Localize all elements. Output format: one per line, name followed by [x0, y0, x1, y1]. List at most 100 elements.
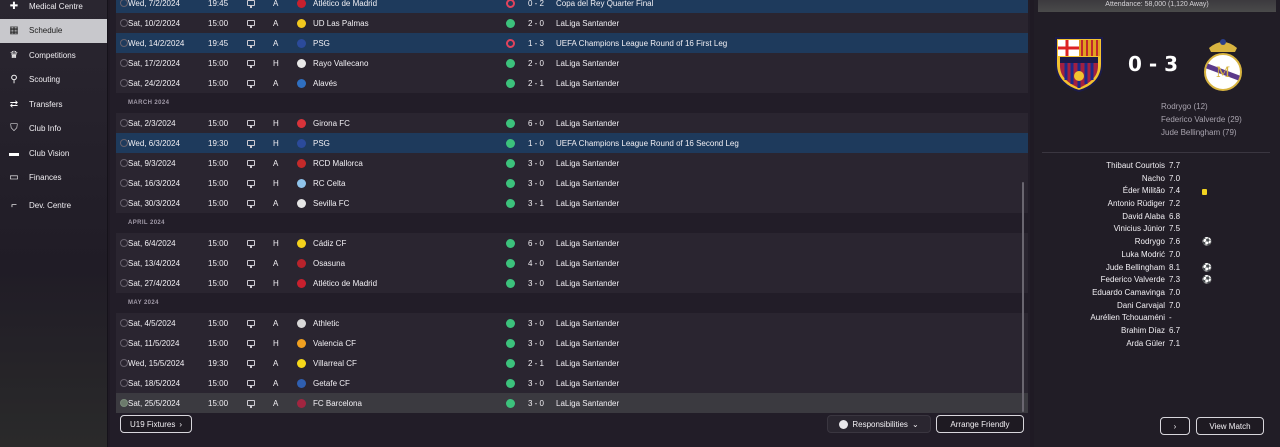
- fixture-score[interactable]: 6 - 0: [528, 119, 544, 128]
- player-name[interactable]: Jude Bellingham: [1106, 263, 1165, 272]
- player-name[interactable]: Thibaut Courtois: [1106, 161, 1165, 170]
- fixture-score[interactable]: 4 - 0: [528, 259, 544, 268]
- fixture-score[interactable]: 3 - 0: [528, 379, 544, 388]
- fixture-row[interactable]: Sat, 16/3/2024 15:00 H RC Celta 3 - 0 LaLiga …: [116, 173, 1028, 193]
- fixture-row[interactable]: Sat, 6/4/2024 15:00 H Cádiz CF 6 - 0 LaLiga S…: [116, 233, 1028, 253]
- competition-name[interactable]: UEFA Champions League Round of 16 Second…: [556, 139, 739, 148]
- competition-name[interactable]: LaLiga Santander: [556, 379, 619, 388]
- opponent-name[interactable]: Girona FC: [313, 119, 350, 128]
- player-name[interactable]: Brahim Díaz: [1121, 326, 1165, 335]
- goal-scorer[interactable]: Federico Valverde (29): [1161, 113, 1242, 126]
- sidebar-item-club-vision[interactable]: ▬ Club Vision: [0, 141, 107, 166]
- opponent-name[interactable]: Cádiz CF: [313, 239, 346, 248]
- opponent-name[interactable]: PSG: [313, 139, 330, 148]
- opponent-name[interactable]: Villarreal CF: [313, 359, 357, 368]
- opponent-name[interactable]: RC Celta: [313, 179, 345, 188]
- competition-name[interactable]: UEFA Champions League Round of 16 First …: [556, 39, 727, 48]
- player-rating-row[interactable]: Thibaut Courtois 7.7: [1038, 161, 1268, 174]
- fixture-row[interactable]: Sat, 25/5/2024 15:00 A FC Barcelona 3 - 0 LaL…: [116, 393, 1028, 413]
- player-rating-row[interactable]: Jude Bellingham 8.1 ⚽: [1038, 263, 1268, 276]
- competition-name[interactable]: LaLiga Santander: [556, 119, 619, 128]
- fixture-score[interactable]: 2 - 0: [528, 19, 544, 28]
- sidebar-item-finances[interactable]: ▭ Finances: [0, 166, 107, 191]
- player-rating-row[interactable]: Éder Militão 7.4: [1038, 186, 1268, 199]
- player-rating-row[interactable]: Eduardo Camavinga 7.0: [1038, 288, 1268, 301]
- player-rating-row[interactable]: David Alaba 6.8: [1038, 212, 1268, 225]
- fixture-row[interactable]: Sat, 18/5/2024 15:00 A Getafe CF 3 - 0 LaLiga…: [116, 373, 1028, 393]
- fixture-score[interactable]: 2 - 1: [528, 79, 544, 88]
- opponent-name[interactable]: Osasuna: [313, 259, 345, 268]
- view-match-button[interactable]: View Match: [1196, 417, 1264, 435]
- fixture-row[interactable]: Wed, 15/5/2024 19:30 A Villarreal CF 2 - 1 La…: [116, 353, 1028, 373]
- arrange-friendly-button[interactable]: Arrange Friendly: [936, 415, 1024, 433]
- opponent-name[interactable]: Rayo Vallecano: [313, 59, 368, 68]
- player-rating-row[interactable]: Federico Valverde 7.3 ⚽: [1038, 275, 1268, 288]
- opponent-name[interactable]: RCD Mallorca: [313, 159, 363, 168]
- competition-name[interactable]: Copa del Rey Quarter Final: [556, 0, 653, 8]
- player-name[interactable]: Rodrygo: [1135, 237, 1165, 246]
- player-rating-row[interactable]: Arda Güler 7.1: [1038, 339, 1268, 352]
- opponent-name[interactable]: FC Barcelona: [313, 399, 362, 408]
- player-name[interactable]: Luka Modrić: [1121, 250, 1165, 259]
- fixture-row[interactable]: Wed, 7/2/2024 19:45 A Atlético de Madrid 0 -…: [116, 0, 1028, 13]
- player-name[interactable]: Éder Militão: [1123, 186, 1165, 195]
- fixture-score[interactable]: 3 - 0: [528, 179, 544, 188]
- fixture-row[interactable]: Sat, 11/5/2024 15:00 H Valencia CF 3 - 0 LaLi…: [116, 333, 1028, 353]
- fixture-score[interactable]: 3 - 0: [528, 279, 544, 288]
- fixture-score[interactable]: 1 - 0: [528, 139, 544, 148]
- fixture-score[interactable]: 6 - 0: [528, 239, 544, 248]
- sidebar-item-club-info[interactable]: ⛉ Club Info: [0, 117, 107, 142]
- competition-name[interactable]: LaLiga Santander: [556, 239, 619, 248]
- sidebar-item-scouting[interactable]: ⚲ Scouting: [0, 68, 107, 93]
- fixture-row[interactable]: Sat, 27/4/2024 15:00 H Atlético de Madrid 3 …: [116, 273, 1028, 293]
- player-name[interactable]: Nacho: [1142, 174, 1165, 183]
- sidebar-item-schedule[interactable]: ▦ Schedule: [0, 18, 107, 43]
- u19-fixtures-button[interactable]: U19 Fixtures ›: [120, 415, 192, 433]
- player-rating-row[interactable]: Antonio Rüdiger 7.2: [1038, 199, 1268, 212]
- fixture-row[interactable]: Sat, 24/2/2024 15:00 A Alavés 2 - 1 LaLiga Sa…: [116, 73, 1028, 93]
- player-rating-row[interactable]: Rodrygo 7.6 ⚽: [1038, 237, 1268, 250]
- opponent-name[interactable]: Atlético de Madrid: [313, 279, 377, 288]
- fixture-score[interactable]: 2 - 1: [528, 359, 544, 368]
- player-name[interactable]: Federico Valverde: [1101, 275, 1165, 284]
- fixture-row[interactable]: Wed, 14/2/2024 19:45 A PSG 1 - 3 UEFA Champio…: [116, 33, 1028, 53]
- player-name[interactable]: Arda Güler: [1126, 339, 1165, 348]
- competition-name[interactable]: LaLiga Santander: [556, 399, 619, 408]
- player-rating-row[interactable]: Vinicius Júnior 7.5: [1038, 224, 1268, 237]
- fixture-row[interactable]: Sat, 9/3/2024 15:00 A RCD Mallorca 3 - 0 LaLi…: [116, 153, 1028, 173]
- next-match-button[interactable]: ›: [1160, 417, 1190, 435]
- goal-scorer[interactable]: Rodrygo (12): [1161, 100, 1242, 113]
- competition-name[interactable]: LaLiga Santander: [556, 359, 619, 368]
- player-rating-row[interactable]: Aurélien Tchouaméni -: [1038, 313, 1268, 326]
- sidebar-item-dev-centre[interactable]: ⌐ Dev. Centre: [0, 193, 107, 218]
- fixture-row[interactable]: Sat, 10/2/2024 15:00 A UD Las Palmas 2 - 0 La…: [116, 13, 1028, 33]
- fixture-score[interactable]: 3 - 0: [528, 339, 544, 348]
- competition-name[interactable]: LaLiga Santander: [556, 159, 619, 168]
- scrollbar[interactable]: [1022, 182, 1024, 412]
- fixture-row[interactable]: Sat, 30/3/2024 15:00 A Sevilla FC 3 - 1 LaLig…: [116, 193, 1028, 213]
- opponent-name[interactable]: Valencia CF: [313, 339, 356, 348]
- opponent-name[interactable]: Athletic: [313, 319, 339, 328]
- fixture-score[interactable]: 0 - 2: [528, 0, 544, 8]
- player-name[interactable]: Dani Carvajal: [1117, 301, 1165, 310]
- competition-name[interactable]: LaLiga Santander: [556, 279, 619, 288]
- fixture-row[interactable]: Sat, 17/2/2024 15:00 H Rayo Vallecano 2 - 0 L…: [116, 53, 1028, 73]
- opponent-name[interactable]: UD Las Palmas: [313, 19, 369, 28]
- opponent-name[interactable]: Getafe CF: [313, 379, 350, 388]
- competition-name[interactable]: LaLiga Santander: [556, 259, 619, 268]
- fixture-row[interactable]: Sat, 13/4/2024 15:00 A Osasuna 4 - 0 LaLiga S…: [116, 253, 1028, 273]
- fixture-score[interactable]: 3 - 1: [528, 199, 544, 208]
- fixture-score[interactable]: 3 - 0: [528, 399, 544, 408]
- responsibilities-button[interactable]: Responsibilities ⌄: [827, 415, 931, 433]
- fixture-score[interactable]: 3 - 0: [528, 159, 544, 168]
- player-rating-row[interactable]: Luka Modrić 7.0: [1038, 250, 1268, 263]
- fixture-score[interactable]: 2 - 0: [528, 59, 544, 68]
- fixture-row[interactable]: Sat, 4/5/2024 15:00 A Athletic 3 - 0 LaLiga S…: [116, 313, 1028, 333]
- competition-name[interactable]: LaLiga Santander: [556, 59, 619, 68]
- fixture-score[interactable]: 3 - 0: [528, 319, 544, 328]
- opponent-name[interactable]: Atlético de Madrid: [313, 0, 377, 8]
- sidebar-item-medical-centre[interactable]: ✚ Medical Centre: [0, 0, 107, 19]
- competition-name[interactable]: LaLiga Santander: [556, 319, 619, 328]
- player-rating-row[interactable]: Nacho 7.0: [1038, 174, 1268, 187]
- sidebar-item-transfers[interactable]: ⇄ Transfers: [0, 92, 107, 117]
